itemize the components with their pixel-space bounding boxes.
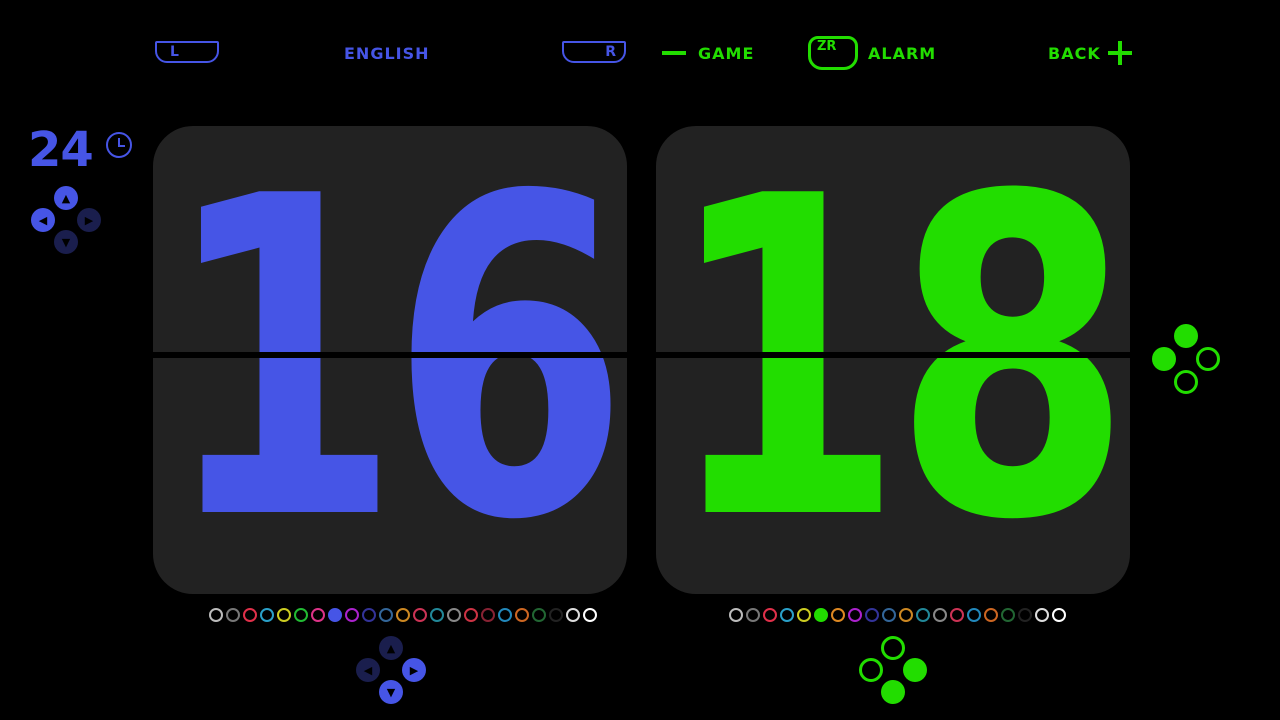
color-swatch[interactable] [209,608,223,622]
zr-label: ZR [817,39,837,54]
color-swatch[interactable] [1001,608,1015,622]
color-swatch[interactable] [498,608,512,622]
color-swatch[interactable] [583,608,597,622]
color-swatch[interactable] [226,608,240,622]
color-swatch[interactable] [481,608,495,622]
color-swatch[interactable] [396,608,410,622]
color-swatch[interactable] [294,608,308,622]
color-swatch[interactable] [515,608,529,622]
color-swatch[interactable] [882,608,896,622]
color-swatch[interactable] [328,608,342,622]
color-swatch[interactable] [814,608,828,622]
y-button-icon[interactable] [859,658,883,682]
color-swatch[interactable] [916,608,930,622]
color-swatch[interactable] [345,608,359,622]
hours-value: 16 [162,126,627,594]
dpad-right-icon[interactable]: ▶ [77,208,101,232]
color-swatch[interactable] [967,608,981,622]
dpad-up-icon[interactable]: ▲ [379,636,403,660]
color-swatch[interactable] [746,608,760,622]
right-face-buttons [1152,324,1222,394]
minutes-color-buttons [859,636,929,706]
minutes-digits: 18 [656,126,1130,594]
color-swatch[interactable] [566,608,580,622]
l-button-icon[interactable]: L [155,41,219,63]
color-swatch[interactable] [413,608,427,622]
color-swatch[interactable] [797,608,811,622]
l-button-label: L [170,44,179,60]
hours-color-palette [209,608,597,624]
color-swatch[interactable] [780,608,794,622]
b-button-icon[interactable] [1174,370,1198,394]
color-swatch[interactable] [1052,608,1066,622]
hours-color-dpad: ▲ ◀ ▶ ▼ [356,636,426,706]
dpad-left-icon[interactable]: ◀ [31,208,55,232]
color-swatch[interactable] [243,608,257,622]
color-swatch[interactable] [379,608,393,622]
clock-icon [106,132,132,158]
r-button-label: R [605,44,616,60]
color-swatch[interactable] [950,608,964,622]
hours-flip-card: 16 [153,126,627,594]
back-button[interactable]: BACK [1048,44,1101,63]
y-button-icon[interactable] [1152,347,1176,371]
hours-digits: 16 [153,126,627,594]
time-format-indicator[interactable]: 24 [28,122,94,178]
color-swatch[interactable] [549,608,563,622]
color-swatch[interactable] [532,608,546,622]
dpad-left-icon[interactable]: ◀ [356,658,380,682]
x-button-icon[interactable] [1174,324,1198,348]
language-selector[interactable]: ENGLISH [344,44,430,63]
color-swatch[interactable] [848,608,862,622]
flip-divider [153,352,627,358]
x-button-icon[interactable] [881,636,905,660]
format-dpad: ▲ ◀ ▶ ▼ [31,186,101,256]
color-swatch[interactable] [447,608,461,622]
color-swatch[interactable] [311,608,325,622]
color-swatch[interactable] [260,608,274,622]
dpad-right-icon[interactable]: ▶ [402,658,426,682]
r-button-icon[interactable]: R [562,41,626,63]
color-swatch[interactable] [729,608,743,622]
b-button-icon[interactable] [881,680,905,704]
zr-button-icon: ZR [808,36,858,70]
color-swatch[interactable] [1018,608,1032,622]
dpad-down-icon[interactable]: ▼ [379,680,403,704]
minutes-flip-card: 18 [656,126,1130,594]
color-swatch[interactable] [464,608,478,622]
color-swatch[interactable] [763,608,777,622]
plus-icon-vertical [1118,41,1122,65]
flip-divider [656,352,1130,358]
game-button[interactable]: GAME [698,44,754,63]
color-swatch[interactable] [831,608,845,622]
alarm-button[interactable]: ALARM [868,44,936,63]
color-swatch[interactable] [362,608,376,622]
color-swatch[interactable] [984,608,998,622]
minutes-color-palette [729,608,1066,624]
color-swatch[interactable] [277,608,291,622]
color-swatch[interactable] [933,608,947,622]
dpad-down-icon[interactable]: ▼ [54,230,78,254]
color-swatch[interactable] [430,608,444,622]
top-bar: L ENGLISH R GAME ZR ALARM BACK [0,0,1280,100]
a-button-icon[interactable] [1196,347,1220,371]
minutes-value: 18 [665,126,1130,594]
minus-icon [662,51,686,55]
a-button-icon[interactable] [903,658,927,682]
dpad-up-icon[interactable]: ▲ [54,186,78,210]
color-swatch[interactable] [899,608,913,622]
color-swatch[interactable] [865,608,879,622]
color-swatch[interactable] [1035,608,1049,622]
